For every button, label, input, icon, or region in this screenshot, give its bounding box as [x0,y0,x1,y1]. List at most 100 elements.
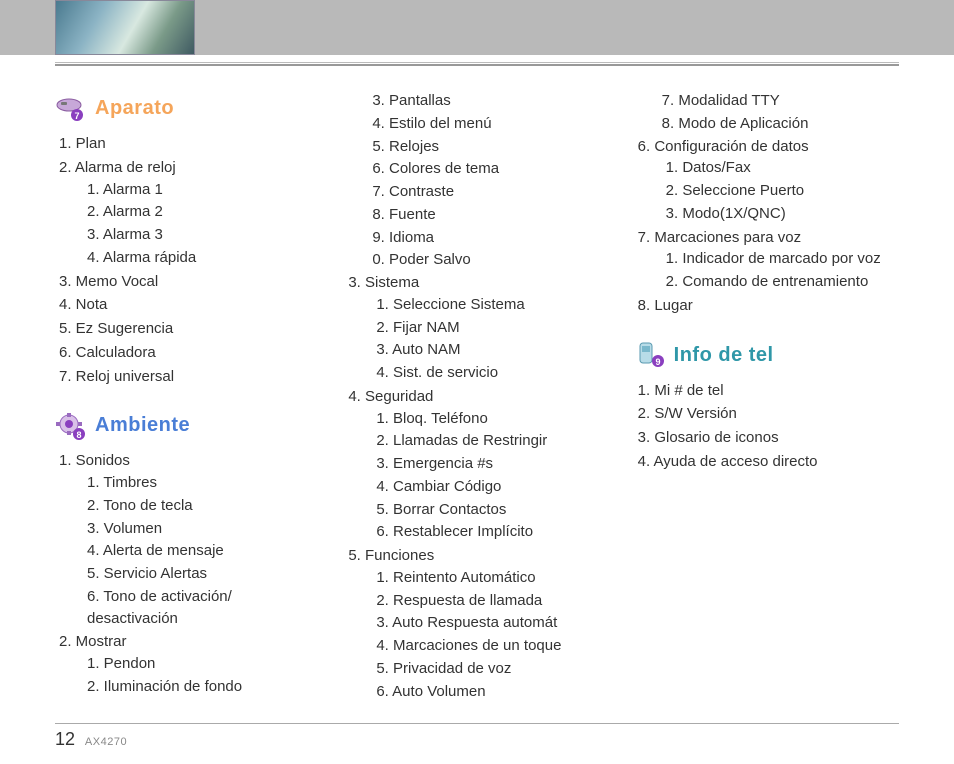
sublist: 1. Bloq. Teléfono2. Llamadas de Restring… [348,408,609,544]
list-item: 2. Llamadas de Restringir [376,430,609,452]
phone-info-icon: 9 [634,341,666,369]
sublist: 1. Pendon2. Iluminación de fondo [59,653,320,698]
info-list: 1. Mi # de tel2. S/W Versión3. Glosario … [634,380,899,473]
list-item: 2. S/W Versión [634,403,899,425]
list-item: 5. Borrar Contactos [376,499,609,521]
list-item: 2. Tono de tecla [87,495,320,517]
gear-icon: 8 [55,412,87,440]
list-item: 3. Emergencia #s [376,453,609,475]
header-rule [55,62,899,66]
list-item: 4. Ayuda de acceso directo [634,451,899,473]
list-item: 6. Restablecer Implícito [376,521,609,543]
list-item: 8. Lugar [634,295,899,317]
tools-icon: 7 [55,95,87,123]
list-item: 4. Cambiar Código [376,476,609,498]
list-item: 1. Indicador de marcado por voz [666,248,899,270]
mostrar-continued: 3. Pantallas4. Estilo del menú5. Relojes… [344,90,609,271]
list-item: 1. Plan [55,133,320,155]
list-item: 3. Memo Vocal [55,271,320,293]
footer: 12 AX4270 [55,729,127,750]
list-item: 4. Sist. de servicio [376,362,609,384]
list-item: 5. Privacidad de voz [376,658,609,680]
list-item: 3. Sistema1. Seleccione Sistema2. Fijar … [344,272,609,384]
list-item: 3. Alarma 3 [87,224,320,246]
list-item: 6. Tono de activación/ desactivación [87,586,320,630]
list-item: 6. Calculadora [55,342,320,364]
list-item: 5. Funciones1. Reintento Automático2. Re… [344,545,609,702]
list-item: 1. Datos/Fax [666,157,899,179]
sublist: 1. Indicador de marcado por voz2. Comand… [638,248,899,293]
list-item: 5. Servicio Alertas [87,563,320,585]
list-item: 3. Auto NAM [376,339,609,361]
list-item: 4. Estilo del menú [372,113,609,135]
list-item: 1. Alarma 1 [87,179,320,201]
list-item: 7. Marcaciones para voz1. Indicador de m… [634,227,899,293]
list-item: 0. Poder Salvo [372,249,609,271]
list-item: 3. Modo(1X/QNC) [666,203,899,225]
list-item: 3. Auto Respuesta automát [376,612,609,634]
list-item: 1. Pendon [87,653,320,675]
list-item: 2. Seleccione Puerto [666,180,899,202]
list-item: 4. Alarma rápida [87,247,320,269]
top-bar [0,0,954,55]
list-item: 5. Ez Sugerencia [55,318,320,340]
model-label: AX4270 [85,736,127,748]
sublist: 1. Alarma 12. Alarma 23. Alarma 34. Alar… [59,179,320,269]
svg-text:7: 7 [74,111,79,121]
list-item: 8. Fuente [372,204,609,226]
header-photo [55,0,195,55]
list-item: 1. Seleccione Sistema [376,294,609,316]
list-item: 1. Mi # de tel [634,380,899,402]
section-head-aparato: 7 Aparato [55,94,320,123]
list-item: 4. Marcaciones de un toque [376,635,609,657]
list-item: 7. Modalidad TTY [662,90,899,112]
svg-text:9: 9 [655,357,660,367]
section-title-aparato: Aparato [95,94,174,123]
section-title-ambiente: Ambiente [95,411,190,440]
list-item: 9. Idioma [372,227,609,249]
list-item: 6. Configuración de datos1. Datos/Fax2. … [634,136,899,225]
sublist: 1. Seleccione Sistema2. Fijar NAM3. Auto… [348,294,609,384]
list-item: 4. Nota [55,294,320,316]
list-item: 2. Comando de entrenamiento [666,271,899,293]
list-item: 8. Modo de Aplicación [662,113,899,135]
section-head-info: 9 Info de tel [634,341,899,370]
list-item: 3. Volumen [87,518,320,540]
list-item: 3. Glosario de iconos [634,427,899,449]
list-item: 2. Iluminación de fondo [87,676,320,698]
list-item: 7. Contraste [372,181,609,203]
content-area: 7 Aparato 1. Plan2. Alarma de reloj1. Al… [55,90,899,709]
list-item: 4. Alerta de mensaje [87,540,320,562]
list-item: 7. Reloj universal [55,366,320,388]
column-2: 3. Pantallas4. Estilo del menú5. Relojes… [344,90,609,709]
ambiente-list-col2: 3. Sistema1. Seleccione Sistema2. Fijar … [344,272,609,702]
footer-rule [55,723,899,724]
sublist: 1. Timbres2. Tono de tecla3. Volumen4. A… [59,472,320,629]
funciones-continued: 7. Modalidad TTY8. Modo de Aplicación [634,90,899,135]
list-item: 1. Bloq. Teléfono [376,408,609,430]
list-item: 1. Reintento Automático [376,567,609,589]
ambiente-list-col3: 6. Configuración de datos1. Datos/Fax2. … [634,136,899,317]
list-item: 1. Timbres [87,472,320,494]
list-item: 5. Relojes [372,136,609,158]
sublist: 1. Reintento Automático2. Respuesta de l… [348,567,609,703]
list-item: 3. Pantallas [372,90,609,112]
section-head-ambiente: 8 Ambiente [55,411,320,440]
list-item: 1. Sonidos1. Timbres2. Tono de tecla3. V… [55,450,320,629]
page-number: 12 [55,729,75,749]
svg-text:8: 8 [76,430,81,440]
sublist: 1. Datos/Fax2. Seleccione Puerto3. Modo(… [638,157,899,224]
column-1: 7 Aparato 1. Plan2. Alarma de reloj1. Al… [55,90,320,709]
list-item: 2. Alarma de reloj1. Alarma 12. Alarma 2… [55,157,320,269]
section-title-info: Info de tel [674,341,774,370]
list-item: 2. Mostrar1. Pendon2. Iluminación de fon… [55,631,320,697]
list-item: 4. Seguridad1. Bloq. Teléfono2. Llamadas… [344,386,609,543]
list-item: 2. Respuesta de llamada [376,590,609,612]
list-item: 6. Colores de tema [372,158,609,180]
list-item: 2. Fijar NAM [376,317,609,339]
column-3: 7. Modalidad TTY8. Modo de Aplicación 6.… [634,90,899,709]
list-item: 2. Alarma 2 [87,201,320,223]
aparato-list: 1. Plan2. Alarma de reloj1. Alarma 12. A… [55,133,320,387]
list-item: 6. Auto Volumen [376,681,609,703]
ambiente-list-col1: 1. Sonidos1. Timbres2. Tono de tecla3. V… [55,450,320,697]
